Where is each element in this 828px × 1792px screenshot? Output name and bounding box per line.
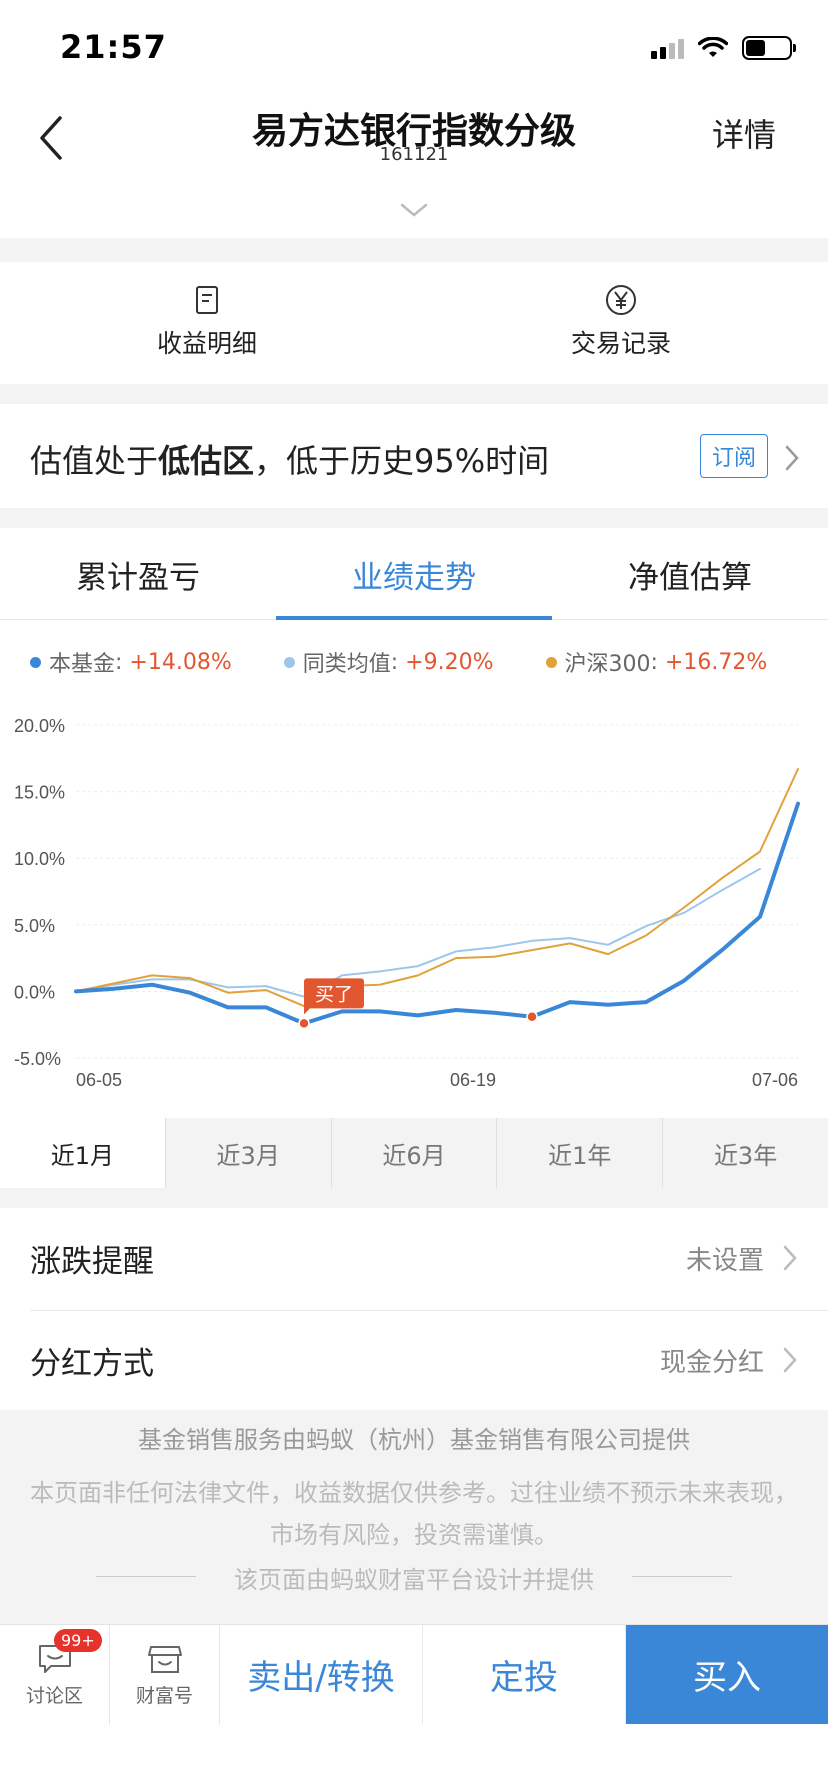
chevron-down-icon[interactable]	[398, 200, 430, 220]
x-tick-label: 06-19	[450, 1070, 496, 1090]
auto-invest-button[interactable]: 定投	[423, 1625, 626, 1724]
y-tick-label: 20.0%	[14, 716, 65, 736]
trade-record-button[interactable]: 交易记录	[414, 262, 828, 384]
valuation-zone: 低估区	[158, 442, 255, 480]
y-tick-label: -5.0%	[14, 1049, 61, 1069]
price-alert-label: 涨跌提醒	[30, 1244, 154, 1280]
risk-disclaimer: 本页面非任何法律文件，收益数据仅供参考。过往业绩不预示未来表现，市场有风险，投资…	[30, 1479, 798, 1549]
tab-cumulative-pnl[interactable]: 累计盈亏	[0, 528, 276, 619]
section-divider	[0, 238, 828, 262]
legend-item-csi300: 沪深300: +16.72%	[545, 646, 768, 678]
legend-value: +14.08%	[129, 649, 232, 675]
fund-code: 161121	[379, 144, 449, 165]
range-selector: 近1月 近3月 近6月 近1年 近3年	[0, 1118, 828, 1188]
tab-nav-estimate[interactable]: 净值估算	[552, 528, 828, 619]
chevron-right-icon	[783, 1245, 797, 1271]
status-time: 21:57	[60, 28, 167, 66]
storefront-icon	[147, 1645, 182, 1673]
price-alert-value: 未设置	[685, 1246, 764, 1276]
trade-marker	[298, 1017, 310, 1030]
y-tick-label: 0.0%	[14, 982, 55, 1002]
y-tick-label: 15.0%	[14, 783, 65, 803]
footer-disclaimer: 基金销售服务由蚂蚁（杭州）基金销售有限公司提供 本页面非任何法律文件，收益数据仅…	[0, 1410, 828, 1624]
quick-actions: 收益明细 交易记录	[0, 262, 828, 384]
dividend-method-value: 现金分红	[659, 1348, 764, 1378]
series-line-2	[75, 768, 799, 1008]
platform-credit: 该页面由蚂蚁财富平台设计并提供	[0, 1560, 828, 1595]
discussion-button[interactable]: 讨论区 99+	[0, 1625, 110, 1725]
divider-line	[632, 1576, 732, 1577]
legend-dot	[30, 656, 41, 668]
y-tick-label: 5.0%	[14, 916, 55, 936]
dividend-method-row[interactable]: 分红方式 现金分红	[0, 1310, 828, 1410]
range-3m[interactable]: 近3月	[164, 1118, 331, 1188]
section-divider	[0, 508, 828, 528]
range-3y[interactable]: 近3年	[662, 1118, 828, 1188]
series-line-0	[74, 801, 800, 1026]
section-divider	[0, 1188, 828, 1208]
nav-header: 易方达银行指数分级 161121 详情	[0, 88, 828, 238]
legend-value: +9.20%	[405, 649, 494, 675]
subscribe-button[interactable]: 订阅	[700, 434, 768, 478]
battery-icon	[742, 36, 796, 60]
trade-marker-label: 买了	[315, 983, 353, 1005]
price-alert-row[interactable]: 涨跌提醒 未设置	[0, 1208, 828, 1308]
notification-badge: 99+	[54, 1629, 102, 1652]
x-tick-label: 07-06	[752, 1070, 798, 1090]
trade-marker	[526, 1010, 538, 1023]
divider-line	[96, 1576, 196, 1577]
legend-dot	[283, 656, 295, 668]
discussion-label: 讨论区	[25, 1684, 83, 1707]
cellular-signal-icon	[651, 37, 684, 59]
status-bar: 21:57	[0, 0, 828, 88]
range-6m[interactable]: 近6月	[330, 1118, 497, 1188]
income-detail-label: 收益明细	[156, 329, 257, 358]
chevron-right-icon	[783, 1347, 797, 1373]
range-1y[interactable]: 近1年	[496, 1118, 663, 1188]
y-tick-label: 10.0%	[14, 849, 65, 869]
buy-button[interactable]: 买入	[626, 1625, 828, 1724]
x-tick-label: 06-05	[76, 1070, 122, 1090]
wealth-account-label: 财富号	[135, 1684, 193, 1707]
chevron-right-icon[interactable]	[784, 444, 800, 472]
performance-chart: 20.0% 15.0% 10.0% 5.0% 0.0% -5.0% 06-05 06-19 07…	[14, 716, 800, 1090]
legend-item-peer-avg: 同类均值: +9.20%	[283, 646, 494, 678]
valuation-banner[interactable]: 估值处于低估区，低于历史95%时间 订阅	[0, 404, 828, 508]
detail-button[interactable]: 详情	[712, 110, 776, 156]
valuation-text: 估值处于低估区，低于历史95%时间	[30, 442, 550, 480]
sales-service-text: 基金销售服务由蚂蚁（杭州）基金销售有限公司提供	[138, 1426, 690, 1454]
status-icons	[651, 36, 796, 60]
section-divider	[0, 384, 828, 404]
wifi-icon	[698, 37, 728, 57]
chart-tabs: 累计盈亏 业绩走势 净值估算	[0, 528, 828, 620]
sell-convert-button[interactable]: 卖出/转换	[220, 1625, 423, 1724]
document-icon	[196, 286, 218, 314]
chart-legend: 本基金: +14.08% 同类均值: +9.20% 沪深300: +16.72%	[30, 646, 820, 678]
wealth-account-button[interactable]: 财富号	[110, 1625, 220, 1725]
legend-dot	[545, 656, 557, 668]
trade-record-label: 交易记录	[570, 329, 671, 358]
tab-performance[interactable]: 业绩走势	[276, 528, 552, 620]
yen-circle-icon	[606, 285, 636, 315]
legend-value: +16.72%	[664, 649, 768, 675]
income-detail-button[interactable]: 收益明细	[0, 262, 414, 384]
bottom-action-bar: 讨论区 99+ 财富号 卖出/转换 定投 买入	[0, 1624, 828, 1725]
legend-item-fund: 本基金: +14.08%	[30, 646, 232, 678]
dividend-method-label: 分红方式	[30, 1346, 154, 1382]
range-1m[interactable]: 近1月	[0, 1118, 165, 1188]
